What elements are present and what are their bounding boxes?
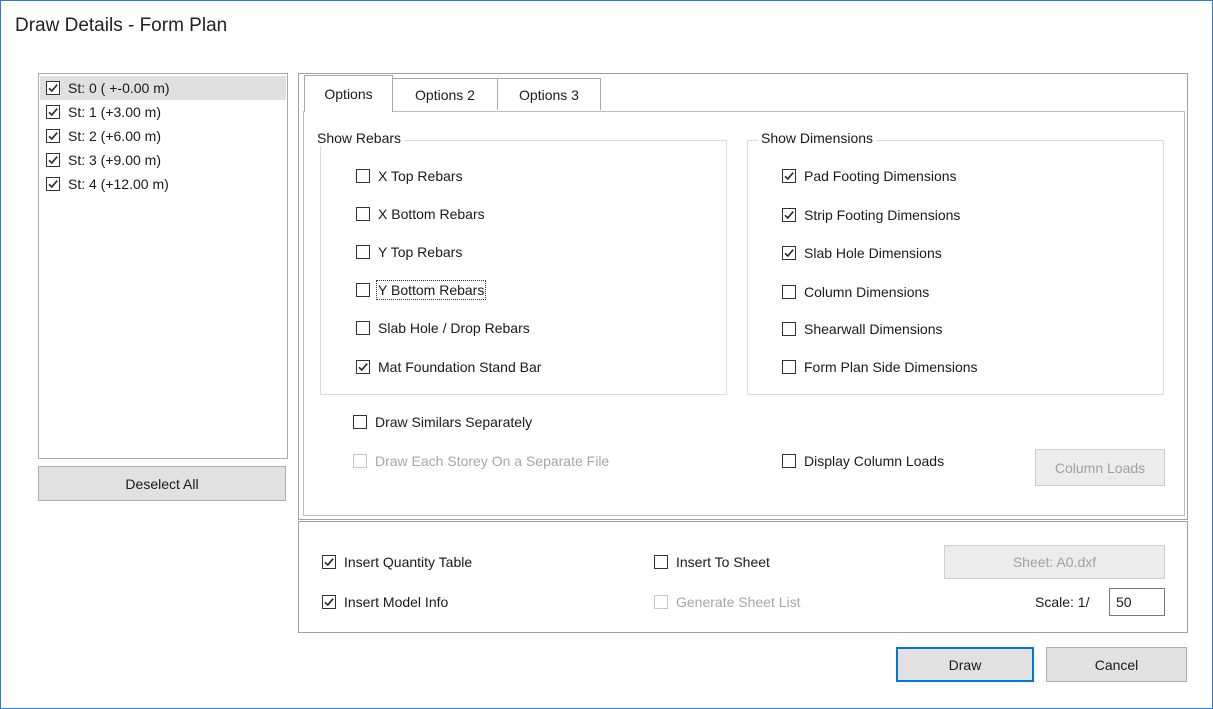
tab-options-3[interactable]: Options 3 [497,78,601,110]
strip-footing-dimensions-checkbox[interactable]: Strip Footing Dimensions [782,205,960,225]
checkbox-box[interactable] [782,169,796,183]
checkbox-label: Y Bottom Rebars [375,280,487,300]
dialog-title: Draw Details - Form Plan [15,15,228,36]
checkbox-box[interactable] [782,360,796,374]
checkbox-label: Generate Sheet List [676,594,801,610]
checkbox-box[interactable] [322,555,336,569]
show-rebars-title: Show Rebars [314,130,405,146]
pad-footing-dimensions-checkbox[interactable]: Pad Footing Dimensions [782,166,957,186]
generate-sheet-list-checkbox[interactable]: Generate Sheet List [654,592,801,612]
checkbox-label: X Top Rebars [378,168,463,184]
y-bottom-rebars-checkbox[interactable]: Y Bottom Rebars [356,280,487,300]
show-dimensions-title: Show Dimensions [758,130,877,146]
checkbox-box[interactable] [782,246,796,260]
draw-button[interactable]: Draw [896,647,1034,682]
checkbox-label: Insert Model Info [344,594,449,610]
x-top-rebars-checkbox[interactable]: X Top Rebars [356,166,463,186]
column-loads-button[interactable]: Column Loads [1035,449,1165,486]
checkbox-box[interactable] [356,169,370,183]
storey-item[interactable]: St: 3 (+9.00 m) [40,148,286,172]
storey-label: St: 3 (+9.00 m) [68,152,161,168]
slab-hole-dimensions-checkbox[interactable]: Slab Hole Dimensions [782,243,942,263]
checkbox-label: X Bottom Rebars [378,206,485,222]
mat-foundation-stand-bar-checkbox[interactable]: Mat Foundation Stand Bar [356,357,541,377]
x-bottom-rebars-checkbox[interactable]: X Bottom Rebars [356,204,485,224]
storey-label: St: 2 (+6.00 m) [68,128,161,144]
checkbox-box[interactable] [353,454,367,468]
tab-options-2[interactable]: Options 2 [392,78,498,110]
storey-label: St: 4 (+12.00 m) [68,176,169,192]
checkbox-label: Slab Hole Dimensions [804,245,942,261]
storey-item[interactable]: St: 1 (+3.00 m) [40,100,286,124]
storey-label: St: 1 (+3.00 m) [68,104,161,120]
checkbox-label: Mat Foundation Stand Bar [378,359,542,375]
checkbox-label: Strip Footing Dimensions [804,207,961,223]
checkbox-label: Shearwall Dimensions [804,321,943,337]
checkbox-label: Slab Hole / Drop Rebars [378,320,530,336]
column-dimensions-checkbox[interactable]: Column Dimensions [782,282,929,302]
checkbox-label: Column Dimensions [804,284,930,300]
checkbox-label: Y Top Rebars [378,244,463,260]
storey-checkbox[interactable] [46,177,60,191]
checkbox-label: Pad Footing Dimensions [804,168,957,184]
scale-input[interactable]: 50 [1109,588,1165,616]
checkbox-box[interactable] [356,321,370,335]
checkbox-label: Insert To Sheet [676,554,770,570]
draw-each-storey-separate-file-checkbox[interactable]: Draw Each Storey On a Separate File [353,451,609,471]
storey-list[interactable]: St: 0 ( +-0.00 m) St: 1 (+3.00 m) St: 2 … [38,73,288,459]
checkbox-box[interactable] [322,595,336,609]
storey-item[interactable]: St: 0 ( +-0.00 m) [40,76,286,100]
insert-quantity-table-checkbox[interactable]: Insert Quantity Table [322,552,472,572]
checkbox-box[interactable] [782,454,796,468]
display-column-loads-checkbox[interactable]: Display Column Loads [782,451,944,471]
checkbox-box[interactable] [654,555,668,569]
sheet-select-button[interactable]: Sheet: A0.dxf [944,545,1165,579]
tab-options[interactable]: Options [304,75,393,112]
checkbox-box[interactable] [782,322,796,336]
checkbox-box[interactable] [782,208,796,222]
insert-to-sheet-checkbox[interactable]: Insert To Sheet [654,552,770,572]
checkbox-label: Form Plan Side Dimensions [804,359,978,375]
shearwall-dimensions-checkbox[interactable]: Shearwall Dimensions [782,319,943,339]
form-plan-side-dimensions-checkbox[interactable]: Form Plan Side Dimensions [782,357,978,377]
checkbox-label: Display Column Loads [804,453,945,469]
scale-label: Scale: 1/ [1035,594,1090,610]
checkbox-box[interactable] [356,245,370,259]
storey-checkbox[interactable] [46,81,60,95]
draw-similars-separately-checkbox[interactable]: Draw Similars Separately [353,412,532,432]
checkbox-box[interactable] [654,595,668,609]
storey-label: St: 0 ( +-0.00 m) [68,80,170,96]
checkbox-box[interactable] [782,285,796,299]
cancel-button[interactable]: Cancel [1046,647,1187,682]
checkbox-box[interactable] [353,415,367,429]
storey-checkbox[interactable] [46,153,60,167]
checkbox-box[interactable] [356,207,370,221]
checkbox-label: Insert Quantity Table [344,554,473,570]
storey-checkbox[interactable] [46,129,60,143]
checkbox-label: Draw Similars Separately [375,414,533,430]
dialog-window: Draw Details - Form Plan St: 0 ( +-0.00 … [0,0,1213,709]
checkbox-box[interactable] [356,283,370,297]
slab-hole-drop-rebars-checkbox[interactable]: Slab Hole / Drop Rebars [356,318,530,338]
checkbox-label: Draw Each Storey On a Separate File [375,453,610,469]
storey-checkbox[interactable] [46,105,60,119]
checkbox-box[interactable] [356,360,370,374]
deselect-all-button[interactable]: Deselect All [38,466,286,501]
storey-item[interactable]: St: 4 (+12.00 m) [40,172,286,196]
y-top-rebars-checkbox[interactable]: Y Top Rebars [356,242,462,262]
insert-model-info-checkbox[interactable]: Insert Model Info [322,592,448,612]
storey-item[interactable]: St: 2 (+6.00 m) [40,124,286,148]
